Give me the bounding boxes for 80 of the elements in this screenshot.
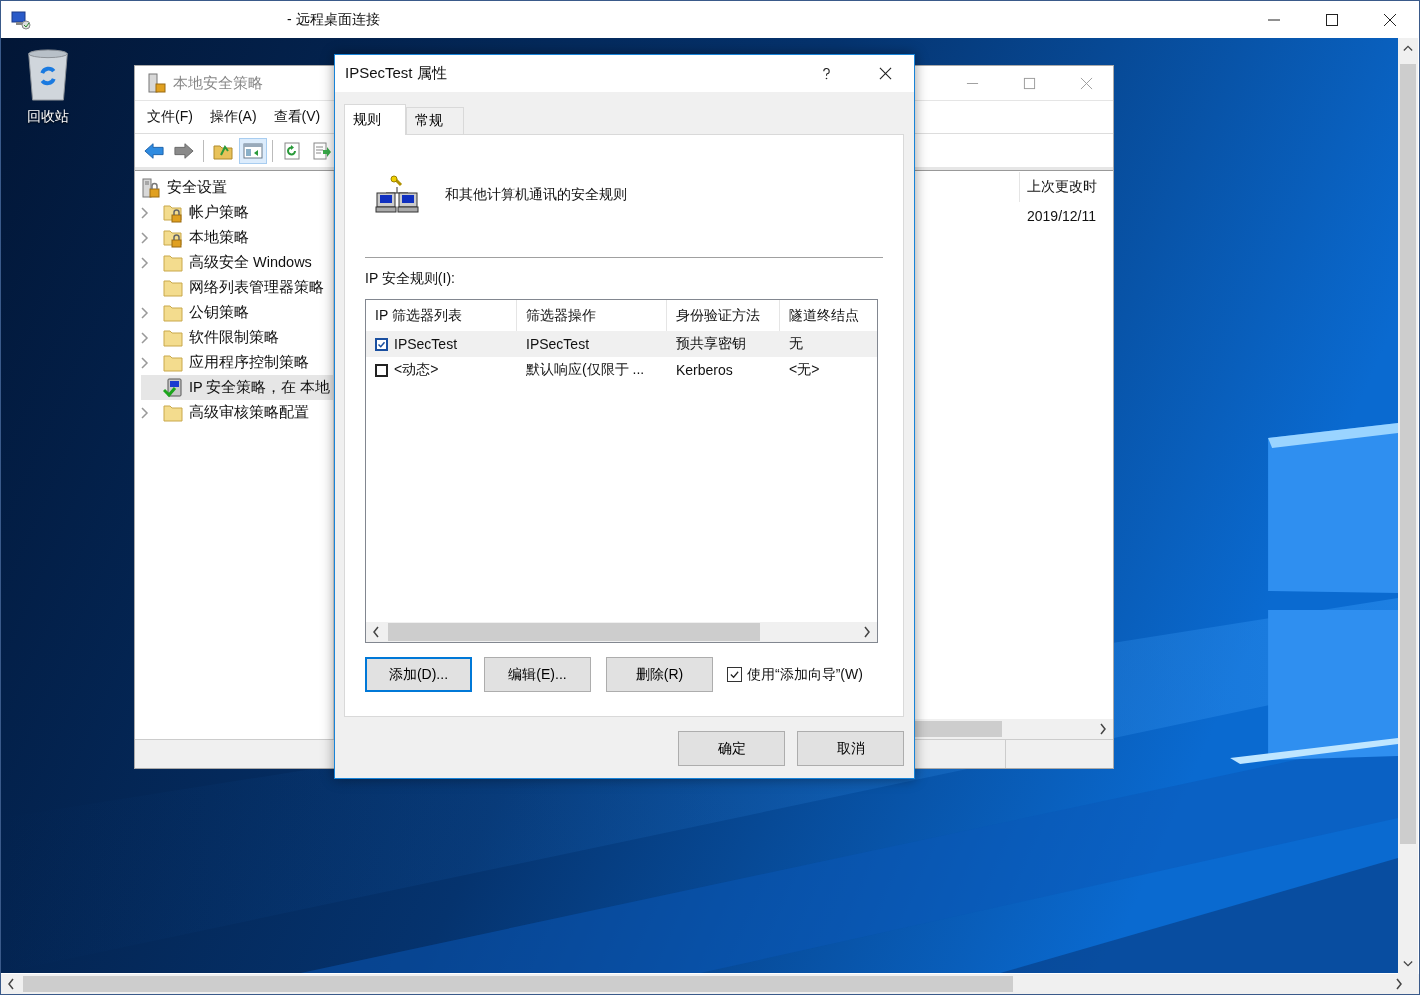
table-row[interactable]: <动态> 默认响应(仅限于 ... Kerberos <无> <box>366 357 877 383</box>
dialog-button[interactable]: 取消 <box>797 731 904 766</box>
tree-item[interactable]: 软件限制策略 <box>141 325 285 350</box>
locked-folder-icon <box>163 227 183 248</box>
table-cell: 2019/12/11 <box>1027 208 1097 224</box>
folder-icon <box>163 402 183 423</box>
action-button[interactable]: 编辑(E)... <box>484 657 591 692</box>
column-header[interactable]: 隧道终结点 <box>780 300 876 331</box>
checkbox[interactable] <box>375 337 388 351</box>
action-button[interactable]: 添加(D)... <box>365 657 472 692</box>
icon-label[interactable]: 回收站 <box>27 108 69 126</box>
scrollbar-thumb[interactable] <box>388 623 760 641</box>
close-icon[interactable] <box>1383 12 1397 27</box>
chevron-icon <box>141 256 149 269</box>
tree-item[interactable]: 高级安全 Windows <box>141 250 318 275</box>
checkbox[interactable] <box>375 363 388 377</box>
scrollbar-thumb[interactable] <box>914 721 1002 737</box>
folder-icon <box>163 302 183 323</box>
chevron-icon <box>141 331 149 344</box>
table-cell: IPSecTest <box>526 336 590 352</box>
tab[interactable]: 规则 <box>344 104 406 135</box>
chevron-icon <box>141 356 149 369</box>
menu-item[interactable]: 文件(F) <box>147 108 193 126</box>
close-icon[interactable] <box>879 67 892 80</box>
wizard-checkbox[interactable]: 使用“添加向导”(W) <box>727 665 863 684</box>
scrollbar[interactable] <box>1398 38 1418 974</box>
maximize-icon[interactable] <box>1325 12 1339 27</box>
tree-item[interactable]: 安全设置 <box>141 175 233 200</box>
chevron-icon <box>141 231 149 244</box>
table-cell: 无 <box>789 335 803 353</box>
server-lock-icon <box>141 177 161 198</box>
refresh-icon <box>282 141 302 160</box>
list-label: IP 安全规则(I): <box>365 270 456 288</box>
action-button[interactable]: 删除(R) <box>606 657 713 692</box>
chevron-icon <box>141 306 149 319</box>
scrollbar[interactable] <box>366 622 877 642</box>
help-icon[interactable] <box>822 66 831 81</box>
networked-computers-icon <box>375 175 419 215</box>
tree-item[interactable]: 本地策略 <box>141 225 255 250</box>
export-list-icon <box>312 141 332 160</box>
folder-icon <box>163 352 183 373</box>
menu-item[interactable]: 查看(V) <box>273 108 321 126</box>
panel-layout-icon <box>243 141 263 160</box>
table-cell: <动态> <box>394 361 439 379</box>
scrollbar[interactable] <box>1 974 1419 994</box>
locked-folder-icon <box>163 202 183 223</box>
folder-icon <box>163 277 183 298</box>
table-cell: IPSecTest <box>394 336 458 352</box>
table-row[interactable]: IPSecTest IPSecTest 预共享密钥 无 <box>366 331 877 357</box>
server-lock-icon <box>147 73 167 93</box>
checkbox[interactable] <box>727 667 742 682</box>
window-title: - 远程桌面连接 <box>287 10 380 29</box>
folder-icon <box>163 252 183 273</box>
chevron-icon <box>141 206 149 219</box>
tree-item[interactable]: 高级审核策略配置 <box>141 400 315 425</box>
tree-item[interactable]: 公钥策略 <box>141 300 255 325</box>
table-cell: Kerberos <box>676 362 733 378</box>
computer-shield-icon <box>163 377 183 398</box>
checkmark-icon <box>729 669 740 680</box>
window-title: 本地安全策略 <box>173 73 263 93</box>
scrollbar-thumb[interactable] <box>1400 64 1416 844</box>
column-header[interactable]: 上次更改时 <box>1027 178 1097 196</box>
tree-item[interactable]: 帐户策略 <box>141 200 255 225</box>
table-cell: 预共享密钥 <box>676 335 746 353</box>
description-text: 和其他计算机通讯的安全规则 <box>445 186 627 204</box>
table-cell: <无> <box>789 361 820 379</box>
tab[interactable]: 常规 <box>406 107 464 134</box>
dialog-title: IPSecTest 属性 <box>345 64 447 83</box>
table-cell: 默认响应(仅限于 ... <box>526 361 645 379</box>
scrollbar-thumb[interactable] <box>23 976 1013 992</box>
back-arrow-icon <box>144 141 164 160</box>
menu-item[interactable]: 操作(A) <box>209 108 257 126</box>
tree-item[interactable]: 应用程序控制策略 <box>141 350 315 375</box>
folder-icon <box>163 327 183 348</box>
chevron-icon <box>141 406 149 419</box>
tree-item[interactable]: 网络列表管理器策略 <box>141 275 330 300</box>
dialog-button[interactable]: 确定 <box>678 731 785 766</box>
tree-item[interactable]: IP 安全策略，在 本地 <box>141 375 333 400</box>
remote-desktop-icon <box>11 9 31 30</box>
forward-arrow-icon <box>174 141 194 160</box>
